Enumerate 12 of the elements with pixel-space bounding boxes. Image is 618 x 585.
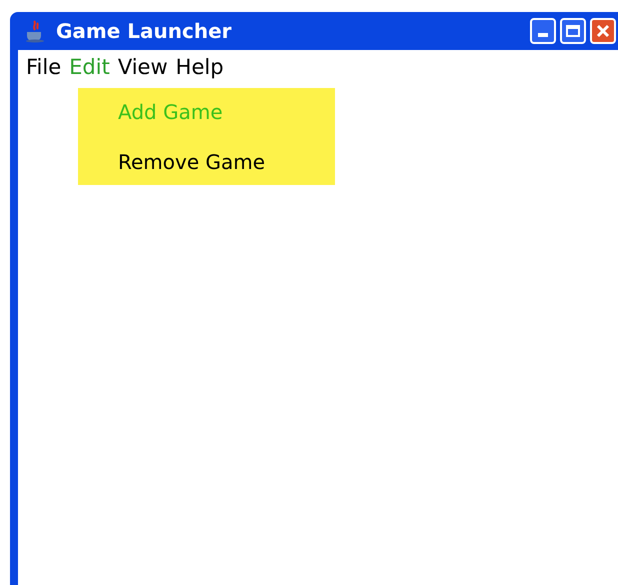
dropdown-item[interactable]: Remove Game [118, 146, 266, 176]
menu-item[interactable]: Help [174, 52, 226, 84]
maximize-button[interactable] [560, 18, 586, 44]
maximize-icon [566, 25, 580, 37]
close-button[interactable] [590, 18, 616, 44]
menu-item[interactable]: File [24, 52, 64, 84]
minimize-button[interactable] [530, 18, 556, 44]
menu-item[interactable]: View [116, 52, 170, 84]
close-icon [596, 24, 610, 38]
window-title: Game Launcher [56, 18, 232, 45]
coffee-cup-icon [24, 19, 46, 43]
minimize-icon [538, 33, 548, 37]
